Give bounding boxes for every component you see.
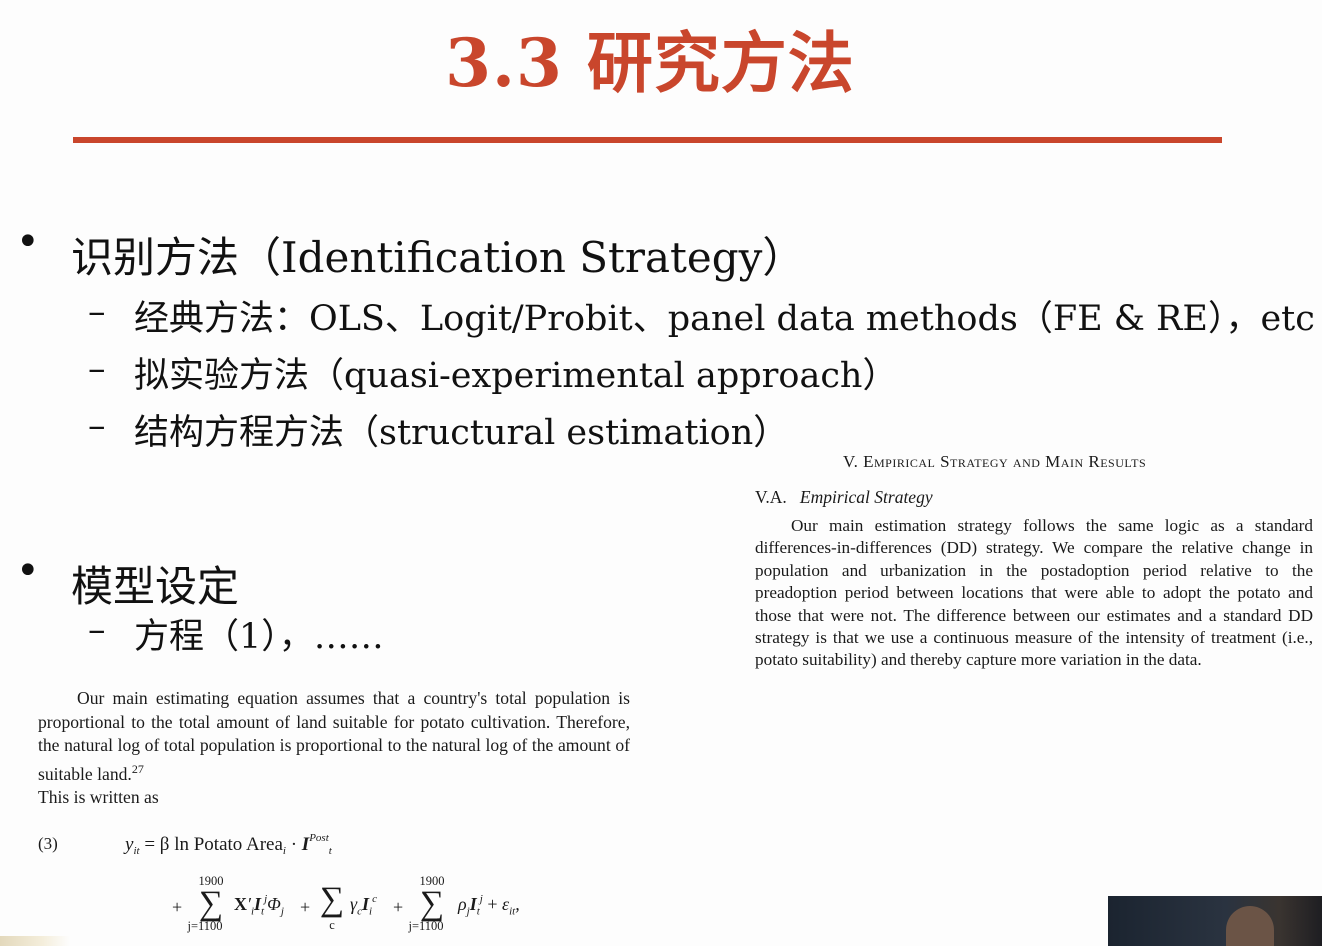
- presenter-avatar: [1226, 906, 1274, 946]
- subsection-number: V.A.: [755, 487, 787, 507]
- equation-lead-in: This is written as: [38, 787, 159, 807]
- eq-term-1: X′iItjΦj: [234, 893, 284, 918]
- eq-sum-2: ∑ c: [318, 882, 346, 933]
- eq-term-2: γcIic: [350, 893, 377, 918]
- sigma-icon: ∑: [198, 885, 224, 922]
- eq-sum-1: 1900 ∑ j=1100: [187, 874, 229, 934]
- eq-plus: +: [300, 897, 311, 917]
- slide-title: 3.3 研究方法: [445, 24, 855, 102]
- sum-lower-limit: j=1100: [408, 919, 444, 933]
- title-divider: [73, 137, 1222, 143]
- dash-icon: –: [88, 349, 106, 389]
- corner-watermark: [0, 936, 70, 946]
- eq-term-3: ρjItj + εit,: [458, 893, 520, 918]
- bullet-dot-icon: •: [16, 219, 40, 265]
- bullet-dot-icon: •: [16, 548, 40, 594]
- bullet-label-model: 模型设定: [71, 562, 240, 611]
- paper-excerpt-left: Our main estimating equation assumes tha…: [38, 687, 630, 810]
- bullet-label-identification: 识别方法（Identification Strategy）: [71, 233, 805, 282]
- subitem-quasi-experimental: 拟实验方法（quasi-experimental approach）: [134, 356, 898, 396]
- dash-icon: –: [88, 292, 106, 332]
- paper-section-heading: V. Empirical Strategy and Main Results: [843, 451, 1146, 473]
- eq-plus: +: [393, 897, 404, 917]
- subsection-title: Empirical Strategy: [799, 487, 933, 507]
- dash-icon: –: [88, 406, 106, 446]
- paper-subsection-heading: V.A. Empirical Strategy: [755, 486, 933, 508]
- presenter-webcam: [1108, 896, 1322, 946]
- eq-indicator-sup: Post: [309, 832, 329, 844]
- section-title: Empirical Strategy and Main Results: [863, 452, 1147, 471]
- sigma-icon: ∑: [419, 885, 445, 922]
- dash-icon: –: [88, 610, 106, 650]
- eq-indicator-sub: t: [328, 845, 332, 857]
- equation-line-1: yit = β ln Potato Areai · IPostt: [125, 832, 332, 857]
- sum-lower-limit: c: [329, 918, 335, 932]
- eq-rhs: = β ln Potato Area: [139, 834, 283, 855]
- subitem-equation: 方程（1），……: [134, 617, 384, 657]
- paragraph-text: Our main estimating equation assumes tha…: [38, 688, 630, 784]
- subitem-classic-methods: 经典方法：OLS、Logit/Probit、panel data methods…: [134, 299, 1315, 339]
- section-number: V.: [843, 452, 859, 471]
- estimating-equation-paragraph: Our main estimating equation assumes tha…: [38, 687, 630, 786]
- paper-excerpt-right: Our main estimation strategy follows the…: [755, 515, 1313, 672]
- sigma-icon: ∑: [319, 881, 345, 918]
- empirical-strategy-paragraph: Our main estimation strategy follows the…: [755, 516, 1313, 670]
- sum-lower-limit: j=1100: [187, 919, 223, 933]
- subitem-structural: 结构方程方法（structural estimation）: [134, 413, 789, 453]
- equation-number: (3): [38, 834, 58, 853]
- eq-sum-3: 1900 ∑ j=1100: [408, 874, 450, 934]
- footnote-marker: 27: [131, 761, 144, 776]
- eq-plus: +: [172, 897, 183, 917]
